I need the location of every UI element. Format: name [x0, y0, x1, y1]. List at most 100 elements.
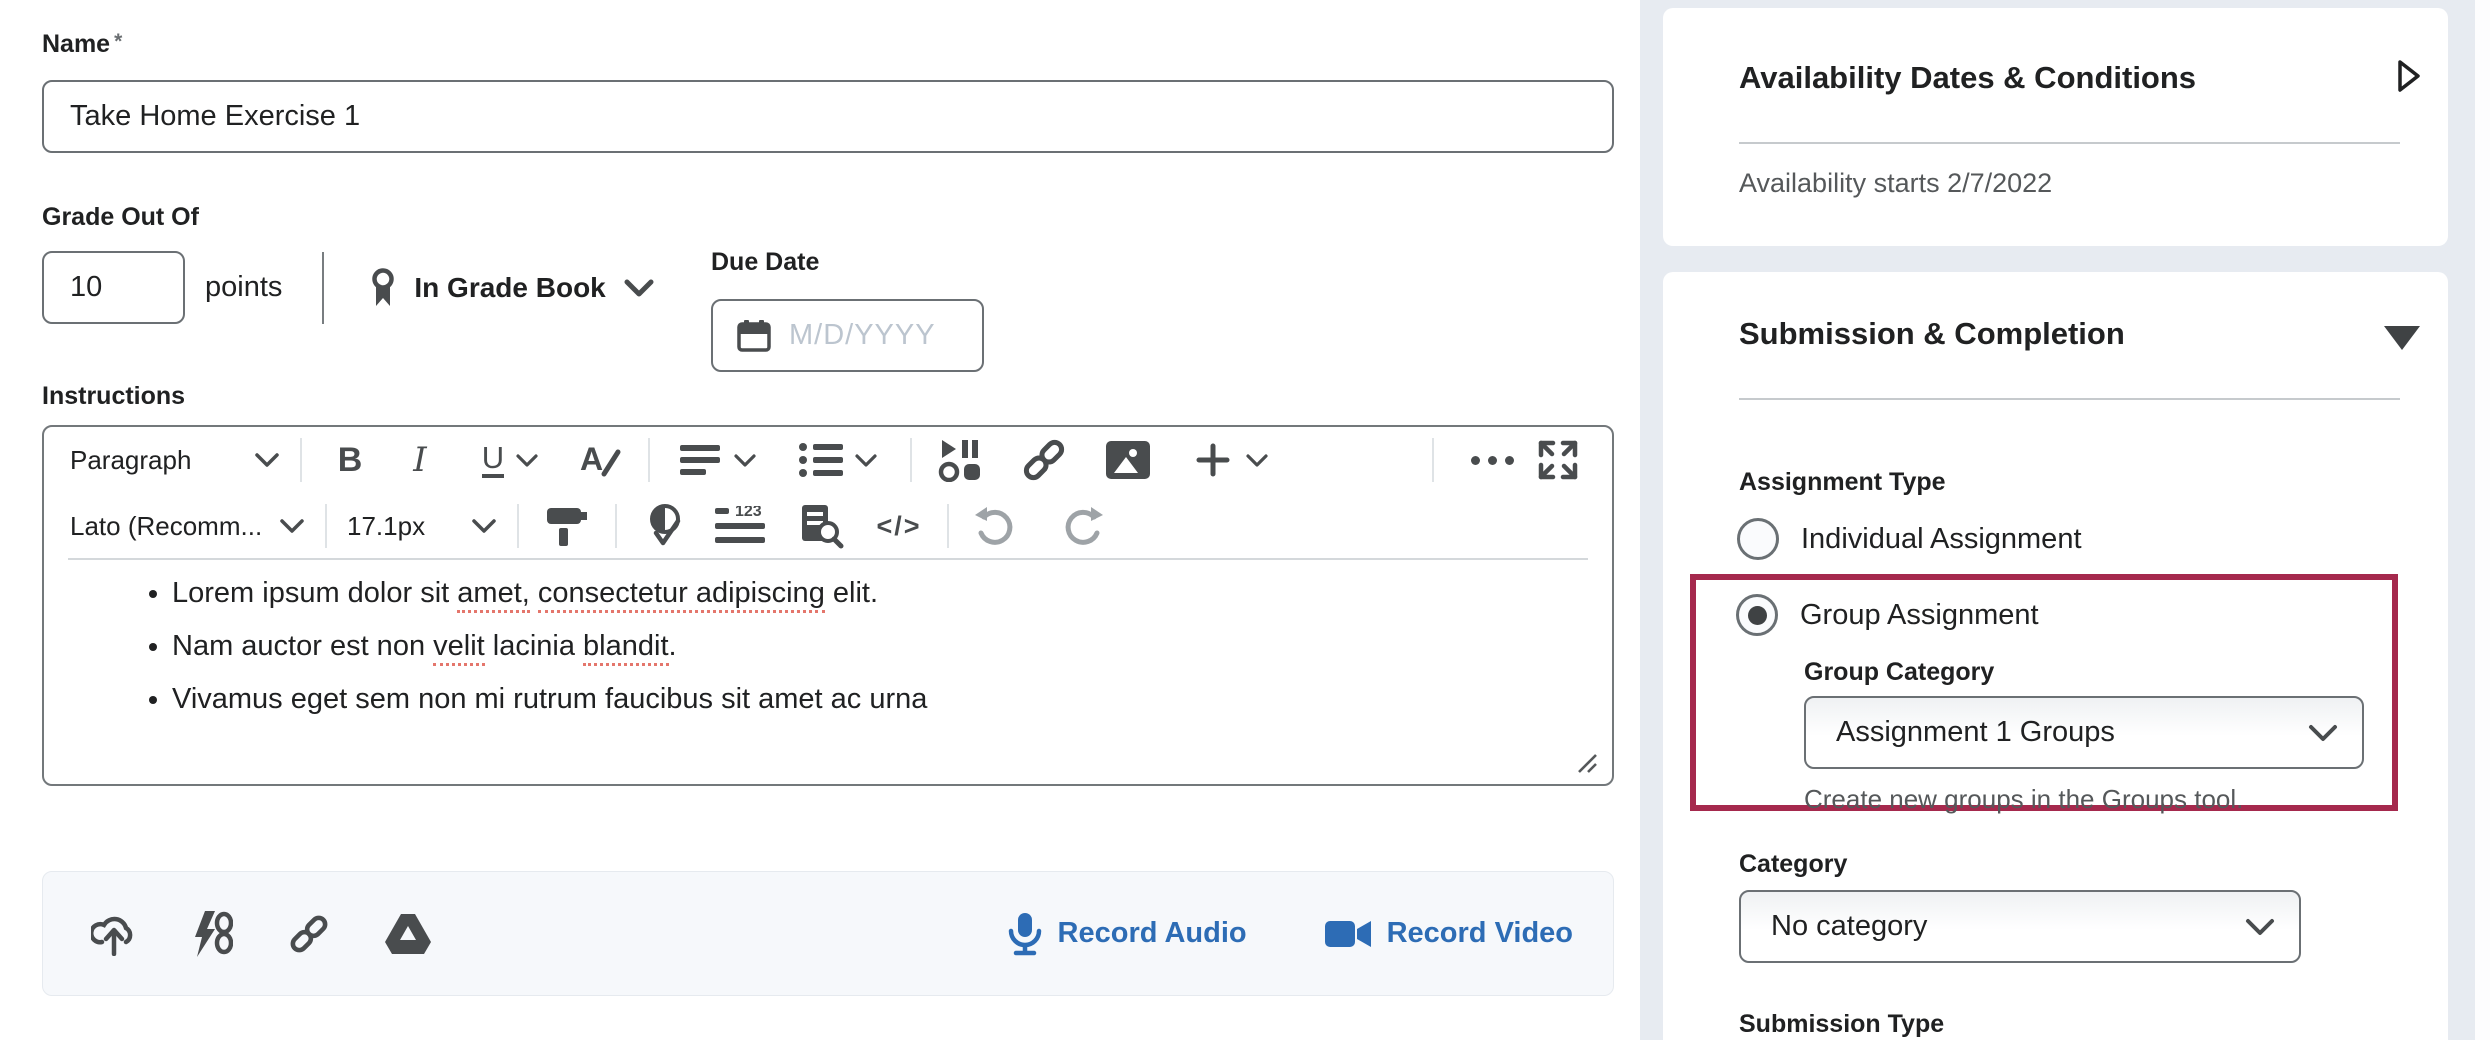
word-count-button[interactable]: 123 [715, 500, 771, 552]
source-code-button[interactable]: </> [871, 500, 927, 552]
chevron-down-icon [516, 453, 538, 468]
google-drive-button[interactable] [385, 914, 431, 954]
plus-icon [1196, 443, 1230, 477]
triangle-right-icon [2396, 58, 2422, 94]
group-category-helper: Create new groups in the Groups tool. [1804, 784, 2243, 815]
italic-button[interactable]: I [392, 434, 448, 486]
font-size-value: 17.1px [347, 511, 425, 542]
upload-button[interactable] [91, 912, 137, 956]
availability-title: Availability Dates & Conditions [1739, 60, 2196, 96]
resize-grip-icon [1574, 750, 1598, 774]
in-grade-book-button[interactable]: In Grade Book [368, 268, 653, 308]
undo-icon [975, 505, 1019, 547]
assignment-editor-main: Name* Grade Out Of points In Grade Book … [0, 0, 1640, 1040]
settings-panel: Availability Dates & Conditions Availabi… [1640, 0, 2490, 1040]
fullscreen-icon [1537, 439, 1579, 481]
google-drive-icon [385, 914, 431, 954]
record-video-button[interactable]: Record Video [1325, 917, 1573, 950]
insert-other-dropdown-button[interactable] [1180, 434, 1284, 486]
individual-assignment-radio[interactable]: Individual Assignment [1737, 518, 2082, 560]
accessibility-checker-button[interactable] [637, 500, 693, 552]
record-audio-button[interactable]: Record Audio [1008, 912, 1247, 956]
radio-unselected-icon [1737, 518, 1779, 560]
toolbar-divider [648, 438, 650, 482]
record-audio-label: Record Audio [1058, 917, 1247, 950]
toolbar-content-separator [68, 558, 1588, 560]
underline-dropdown-button[interactable]: U [462, 434, 558, 486]
category-label: Category [1739, 850, 1847, 879]
preview-document-icon [798, 503, 844, 549]
underline-icon: U [482, 442, 504, 479]
word-count-icon: 123 [715, 506, 771, 546]
group-category-select[interactable]: Assignment 1 Groups [1804, 696, 2364, 769]
italic-icon: I [413, 440, 426, 480]
availability-expand-button[interactable] [2396, 58, 2422, 94]
toolbar-divider [517, 504, 519, 548]
category-value: No category [1771, 910, 1927, 943]
submission-collapse-button[interactable] [2382, 324, 2422, 352]
svg-text:123: 123 [735, 506, 762, 520]
undo-button[interactable] [969, 500, 1025, 552]
group-assignment-label: Group Assignment [1800, 599, 2039, 632]
due-date-placeholder: M/D/YYYY [789, 319, 936, 352]
toolbar-divider [1432, 438, 1434, 482]
triangle-down-icon [2382, 324, 2422, 352]
toolbar-divider [300, 438, 302, 482]
due-date-input[interactable]: M/D/YYYY [711, 299, 984, 372]
bold-button[interactable]: B [322, 434, 378, 486]
grade-divider [322, 252, 324, 324]
toolbar-divider [910, 438, 912, 482]
name-input[interactable] [42, 80, 1614, 153]
insert-stuff-button[interactable] [932, 434, 988, 486]
chevron-down-icon [624, 278, 654, 298]
paint-roller-icon [545, 504, 589, 548]
group-category-label: Group Category [1804, 658, 1994, 687]
rich-text-editor: Paragraph B I U A [42, 425, 1614, 786]
due-date-label: Due Date [711, 248, 984, 277]
format-painter-button[interactable] [539, 500, 595, 552]
image-icon [1106, 441, 1150, 479]
card-divider [1739, 142, 2400, 144]
bold-icon: B [338, 441, 363, 480]
category-select[interactable]: No category [1739, 890, 2301, 963]
submission-title: Submission & Completion [1739, 316, 2125, 352]
fullscreen-button[interactable] [1530, 434, 1586, 486]
chevron-down-icon [734, 453, 756, 468]
required-asterisk: * [114, 30, 122, 53]
list-dropdown-button[interactable] [786, 434, 890, 486]
scrollbar-track[interactable] [2475, 0, 2490, 1040]
font-size-dropdown[interactable]: 17.1px [347, 500, 497, 552]
insert-image-button[interactable] [1100, 434, 1156, 486]
font-family-dropdown[interactable]: Lato (Recomm... [70, 500, 305, 552]
align-left-icon [680, 444, 722, 476]
attach-existing-activity-button[interactable] [191, 911, 233, 957]
points-label: points [205, 271, 282, 304]
chevron-down-icon [279, 518, 305, 535]
assignment-type-label: Assignment Type [1739, 468, 1946, 497]
chevron-down-icon [254, 452, 280, 469]
calendar-icon [735, 317, 773, 355]
alignment-dropdown-button[interactable] [670, 434, 766, 486]
grade-points-input[interactable] [42, 251, 185, 324]
more-actions-button[interactable] [1464, 434, 1520, 486]
submission-type-label: Submission Type [1739, 1010, 1944, 1039]
insert-stuff-icon [938, 438, 982, 482]
availability-status: Availability starts 2/7/2022 [1739, 168, 2052, 199]
chevron-down-icon [471, 518, 497, 535]
editor-bullet: Nam auctor est non velit lacinia blandit… [172, 620, 1610, 673]
paragraph-style-value: Paragraph [70, 445, 191, 476]
paragraph-style-dropdown[interactable]: Paragraph [70, 434, 280, 486]
insert-link-button[interactable] [1016, 434, 1072, 486]
font-color-button[interactable]: A [572, 434, 628, 486]
editor-bullet-list: Lorem ipsum dolor sit amet, consectetur … [46, 567, 1610, 714]
toolbar-divider [325, 504, 327, 548]
editor-bullet: Lorem ipsum dolor sit amet, consectetur … [172, 567, 1610, 620]
resize-handle[interactable] [1574, 750, 1598, 774]
editor-content-area[interactable]: Lorem ipsum dolor sit amet, consectetur … [46, 567, 1610, 714]
preview-button[interactable] [793, 500, 849, 552]
redo-button[interactable] [1053, 500, 1109, 552]
font-family-value: Lato (Recomm... [70, 511, 262, 542]
group-assignment-radio[interactable]: Group Assignment [1736, 594, 2039, 636]
attach-weblink-button[interactable] [287, 912, 331, 956]
toolbar-divider [615, 504, 617, 548]
